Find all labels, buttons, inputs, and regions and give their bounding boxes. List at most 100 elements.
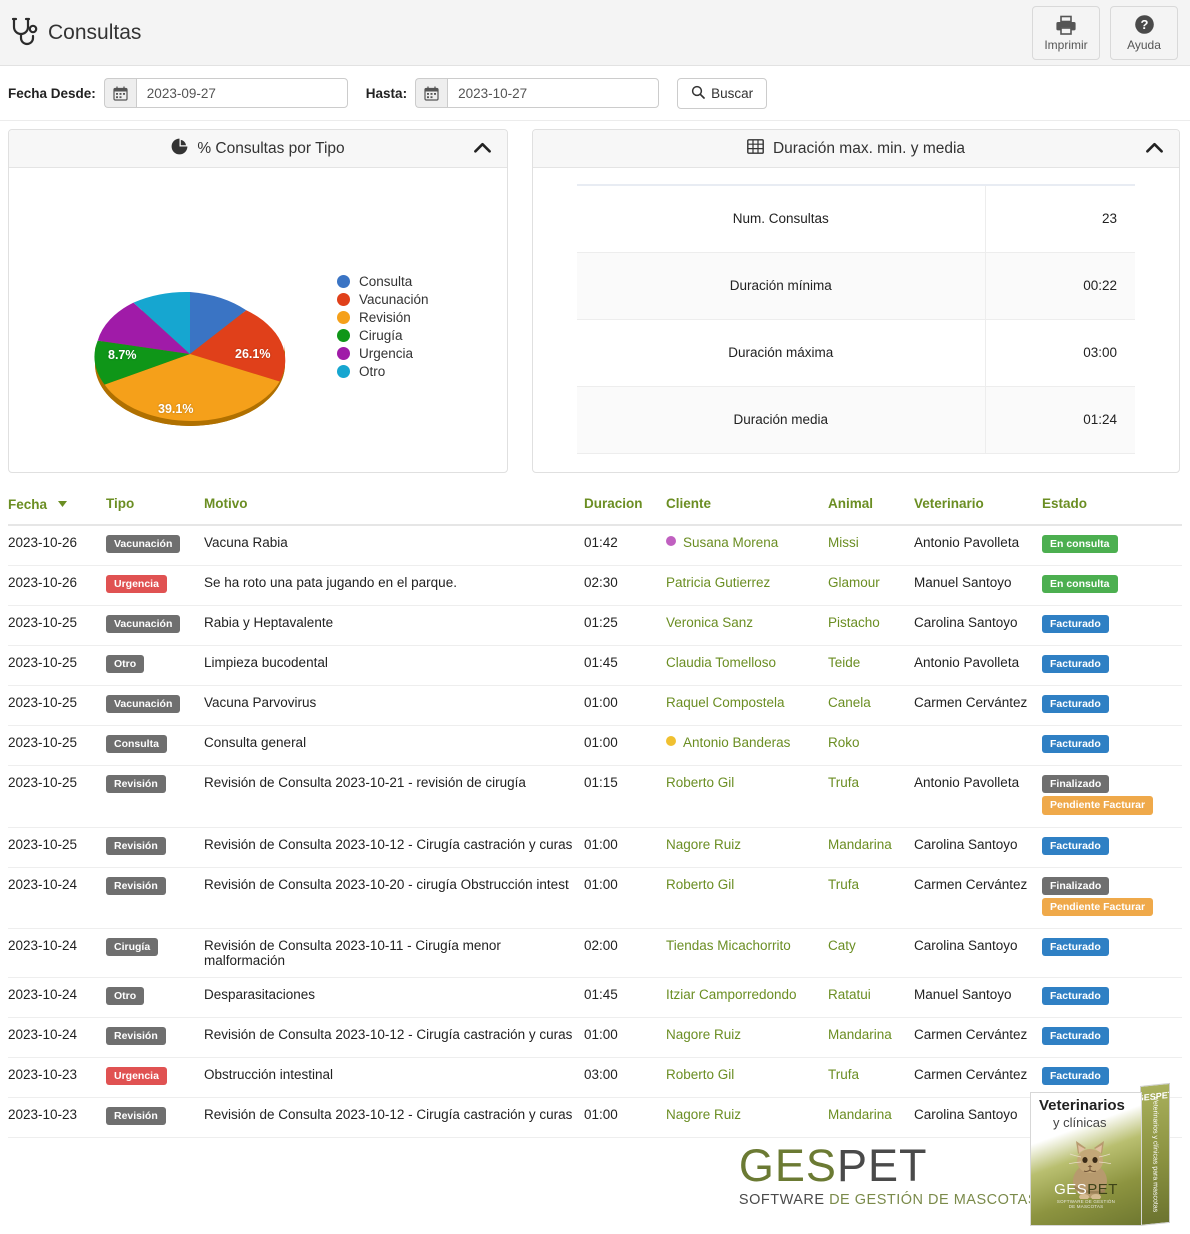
chevron-up-icon[interactable] — [474, 140, 491, 158]
cell-cliente: Roberto Gil — [666, 766, 828, 827]
table-row[interactable]: 2023-10-26UrgenciaSe ha roto una pata ju… — [8, 566, 1182, 606]
table-row[interactable]: 2023-10-24CirugíaRevisión de Consulta 20… — [8, 928, 1182, 977]
date-from-input[interactable] — [136, 78, 348, 108]
legend-item[interactable]: Otro — [337, 364, 429, 379]
client-link[interactable]: Patricia Gutierrez — [666, 575, 770, 590]
animal-link[interactable]: Caty — [828, 938, 856, 953]
cell-tipo: Revisión — [106, 867, 204, 928]
cell-duracion: 01:00 — [584, 686, 666, 726]
table-row[interactable]: 2023-10-24RevisiónRevisión de Consulta 2… — [8, 867, 1182, 928]
type-badge: Vacunación — [106, 535, 180, 553]
animal-link[interactable]: Glamour — [828, 575, 880, 590]
column-header-cliente[interactable]: Cliente — [666, 495, 828, 525]
table-row[interactable]: 2023-10-25RevisiónRevisión de Consulta 2… — [8, 766, 1182, 827]
table-row[interactable]: 2023-10-25VacunaciónVacuna Parvovirus01:… — [8, 686, 1182, 726]
client-link[interactable]: Tiendas Micachorrito — [666, 938, 791, 953]
client-link[interactable]: Nagore Ruiz — [666, 1027, 741, 1042]
pie-label-cirugia: 8.7% — [108, 348, 137, 362]
animal-link[interactable]: Canela — [828, 695, 871, 710]
legend-swatch-vacunacion — [337, 293, 350, 306]
legend-item[interactable]: Urgencia — [337, 346, 429, 361]
legend-item[interactable]: Cirugía — [337, 328, 429, 343]
client-link[interactable]: Itziar Camporredondo — [666, 987, 797, 1002]
column-header-duracion[interactable]: Duracion — [584, 495, 666, 525]
client-link[interactable]: Raquel Compostela — [666, 695, 785, 710]
type-badge: Revisión — [106, 837, 166, 855]
cell-animal: Mandarina — [828, 1017, 914, 1057]
animal-link[interactable]: Pistacho — [828, 615, 880, 630]
cell-fecha: 2023-10-26 — [8, 566, 106, 606]
cell-duracion: 01:00 — [584, 867, 666, 928]
client-link[interactable]: Antonio Banderas — [683, 735, 790, 750]
client-link[interactable]: Claudia Tomelloso — [666, 655, 776, 670]
table-row[interactable]: 2023-10-25RevisiónRevisión de Consulta 2… — [8, 827, 1182, 867]
client-link[interactable]: Susana Morena — [683, 535, 778, 550]
cell-animal: Glamour — [828, 566, 914, 606]
table-row: Duración media 01:24 — [577, 386, 1135, 453]
column-header-motivo[interactable]: Motivo — [204, 495, 584, 525]
animal-link[interactable]: Mandarina — [828, 1027, 892, 1042]
cell-veterinario: Manuel Santoyo — [914, 977, 1042, 1017]
cell-tipo: Urgencia — [106, 566, 204, 606]
calendar-icon[interactable] — [415, 78, 447, 108]
animal-link[interactable]: Trufa — [828, 877, 859, 892]
spine-text: Veterinarios y clínicas para mascotas — [1152, 1096, 1159, 1212]
cell-animal: Trufa — [828, 766, 914, 827]
column-header-tipo[interactable]: Tipo — [106, 495, 204, 525]
cell-cliente: Nagore Ruiz — [666, 827, 828, 867]
animal-link[interactable]: Missi — [828, 535, 859, 550]
animal-link[interactable]: Mandarina — [828, 837, 892, 852]
gespet-logo-tagline: SOFTWARE DE GESTIÓN DE MASCOTAS — [739, 1192, 1038, 1208]
calendar-icon[interactable] — [104, 78, 136, 108]
column-header-estado[interactable]: Estado — [1042, 495, 1182, 525]
pie-chart-icon — [171, 138, 188, 160]
caret-down-icon[interactable] — [58, 495, 67, 510]
status-badge: Facturado — [1042, 1027, 1109, 1045]
pie-label-vacunacion: 26.1% — [235, 347, 270, 361]
cell-cliente: Nagore Ruiz — [666, 1017, 828, 1057]
gespet-logo: GESPET SOFTWARE DE GESTIÓN DE MASCOTAS — [739, 1143, 1038, 1208]
client-link[interactable]: Veronica Sanz — [666, 615, 753, 630]
client-link[interactable]: Nagore Ruiz — [666, 837, 741, 852]
cell-tipo: Cirugía — [106, 928, 204, 977]
legend-item[interactable]: Revisión — [337, 310, 429, 325]
cell-veterinario: Carmen Cervántez — [914, 867, 1042, 928]
pie-chart-panel: % Consultas por Tipo — [8, 129, 508, 473]
help-button[interactable]: ? Ayuda — [1110, 6, 1178, 60]
column-header-veterinario[interactable]: Veterinario — [914, 495, 1042, 525]
cell-fecha: 2023-10-25 — [8, 726, 106, 766]
legend-item[interactable]: Consulta — [337, 274, 429, 289]
table-row: Duración máxima 03:00 — [577, 319, 1135, 386]
client-link[interactable]: Roberto Gil — [666, 775, 734, 790]
type-badge: Cirugía — [106, 938, 158, 956]
table-row[interactable]: 2023-10-25VacunaciónRabia y Heptavalente… — [8, 606, 1182, 646]
date-to-input[interactable] — [447, 78, 659, 108]
animal-link[interactable]: Teide — [828, 655, 860, 670]
table-row[interactable]: 2023-10-25ConsultaConsulta general01:00A… — [8, 726, 1182, 766]
print-button[interactable]: Imprimir — [1032, 6, 1100, 60]
filter-bar: Fecha Desde: Hasta: — [0, 66, 1190, 121]
column-header-fecha[interactable]: Fecha — [8, 495, 106, 525]
table-row[interactable]: 2023-10-25OtroLimpieza bucodental01:45Cl… — [8, 646, 1182, 686]
print-button-label: Imprimir — [1044, 38, 1087, 52]
cell-duracion: 01:15 — [584, 766, 666, 827]
cell-estado: En consulta — [1042, 566, 1182, 606]
stat-value: 03:00 — [985, 319, 1135, 386]
animal-link[interactable]: Trufa — [828, 775, 859, 790]
table-row[interactable]: 2023-10-24RevisiónRevisión de Consulta 2… — [8, 1017, 1182, 1057]
cell-estado: Facturado — [1042, 646, 1182, 686]
legend-item[interactable]: Vacunación — [337, 292, 429, 307]
pie-chart-svg — [69, 268, 319, 458]
column-header-animal[interactable]: Animal — [828, 495, 914, 525]
animal-link[interactable]: Ratatui — [828, 987, 871, 1002]
status-badge: Facturado — [1042, 938, 1109, 956]
chevron-up-icon[interactable] — [1146, 140, 1163, 158]
client-link[interactable]: Roberto Gil — [666, 877, 734, 892]
table-row[interactable]: 2023-10-26VacunaciónVacuna Rabia01:42Sus… — [8, 525, 1182, 566]
animal-link[interactable]: Roko — [828, 735, 860, 750]
cell-estado: Facturado — [1042, 827, 1182, 867]
table-row[interactable]: 2023-10-24OtroDesparasitaciones01:45Itzi… — [8, 977, 1182, 1017]
search-button[interactable]: Buscar — [677, 78, 767, 109]
cell-motivo: Vacuna Rabia — [204, 525, 584, 566]
table-header-row: Fecha Tipo Motivo Duracion Cliente Anima… — [8, 495, 1182, 525]
